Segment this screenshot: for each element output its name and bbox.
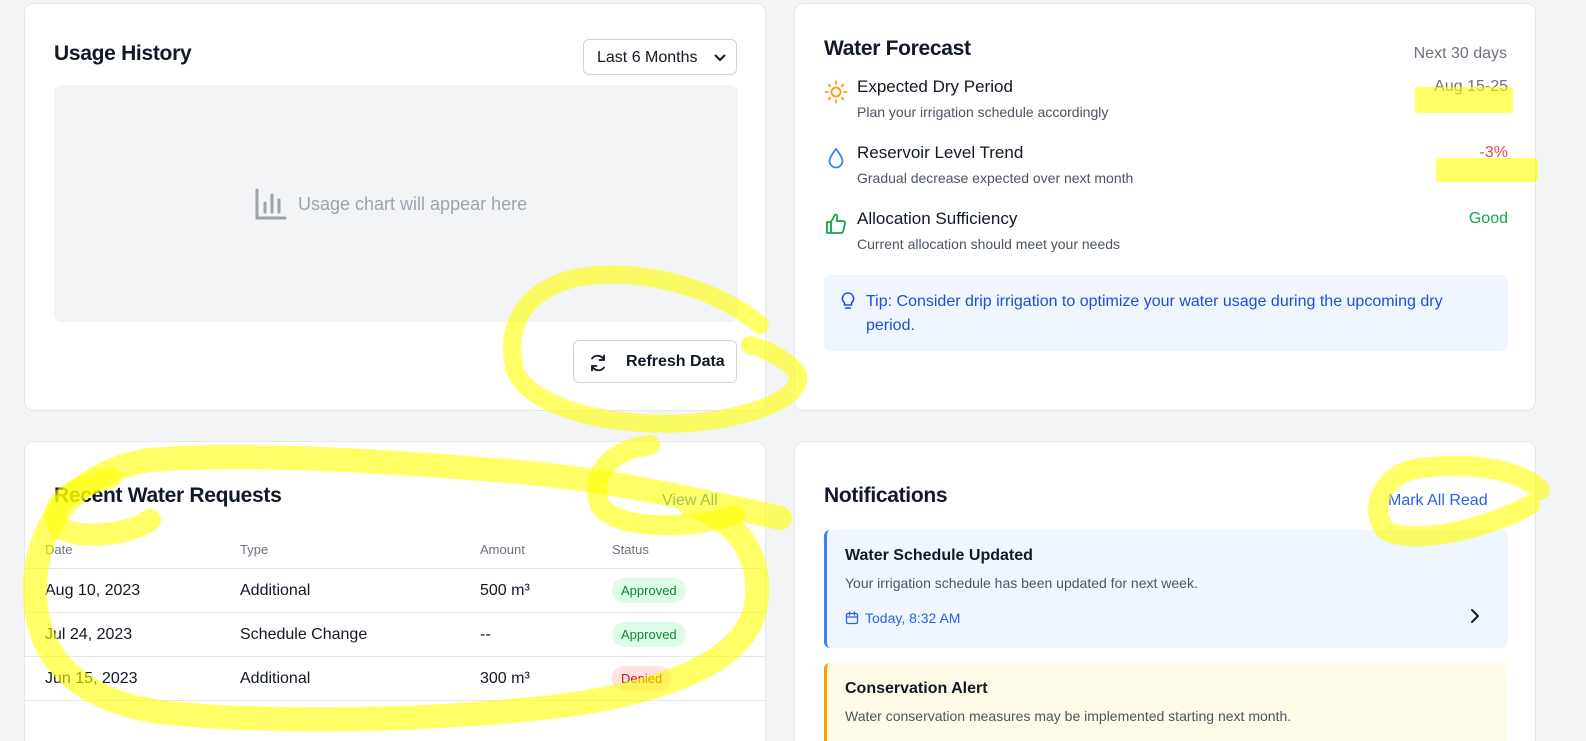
lightbulb-icon <box>841 292 855 309</box>
forecast-item-allocation: Allocation Sufficiency Current allocatio… <box>824 209 1508 265</box>
range-select-value: Last 6 Months <box>597 49 698 66</box>
sun-icon <box>824 80 848 104</box>
table-header: Date Type Amount Status <box>25 535 765 569</box>
status-badge: Approved <box>612 578 686 603</box>
view-all-link[interactable]: View All <box>662 492 718 510</box>
mark-all-read-link[interactable]: Mark All Read <box>1388 492 1488 510</box>
request-date: Jun 15, 2023 <box>45 670 138 687</box>
forecast-item-value: Aug 15-25 <box>1434 78 1508 95</box>
chevron-down-icon <box>714 54 726 62</box>
notification-description: Water conservation measures may be imple… <box>845 708 1292 724</box>
refresh-data-button[interactable]: Refresh Data <box>573 340 737 383</box>
request-date: Aug 10, 2023 <box>45 582 141 599</box>
notification-item[interactable]: Water Schedule Updated Your irrigation s… <box>824 530 1508 648</box>
bar-chart-icon <box>255 188 287 220</box>
table-row[interactable]: Aug 10, 2023 Additional 500 m³ Approved <box>25 569 765 613</box>
forecast-item-title: Expected Dry Period <box>857 77 1013 96</box>
notification-time: Today, 8:32 AM <box>845 610 960 626</box>
chart-placeholder-text: Usage chart will appear here <box>298 193 528 214</box>
column-header-amount[interactable]: Amount <box>480 542 525 557</box>
recent-requests-title: Recent Water Requests <box>54 484 282 507</box>
forecast-item-value: Good <box>1468 210 1508 227</box>
water-drop-icon <box>828 148 844 169</box>
notification-description: Your irrigation schedule has been update… <box>845 575 1198 591</box>
request-type: Schedule Change <box>240 626 368 643</box>
usage-history-title: Usage History <box>54 42 192 65</box>
recent-requests-card: Recent Water Requests View All Date Type… <box>24 441 766 741</box>
tip-text: Tip: Consider drip irrigation to optimiz… <box>866 293 1443 334</box>
notifications-card: Notifications Mark All Read Water Schedu… <box>794 441 1536 741</box>
forecast-item-reservoir: Reservoir Level Trend Gradual decrease e… <box>824 143 1508 199</box>
table-row[interactable]: Jun 15, 2023 Additional 300 m³ Denied <box>25 657 765 701</box>
calendar-icon <box>845 611 859 625</box>
forecast-item-title: Allocation Sufficiency <box>857 209 1018 228</box>
notifications-title: Notifications <box>824 484 948 507</box>
forecast-item-title: Reservoir Level Trend <box>857 143 1024 162</box>
forecast-item-value: -3% <box>1479 144 1508 161</box>
status-badge: Denied <box>612 666 672 691</box>
column-header-type[interactable]: Type <box>240 542 268 557</box>
thumbs-up-icon <box>826 213 846 234</box>
table-row[interactable]: Jul 24, 2023 Schedule Change -- Approved <box>25 613 765 657</box>
notification-item[interactable]: Conservation Alert Water conservation me… <box>824 663 1508 741</box>
request-type: Additional <box>240 582 311 599</box>
request-amount: 500 m³ <box>480 582 530 599</box>
request-type: Additional <box>240 670 311 687</box>
chevron-right-icon[interactable] <box>1468 608 1482 624</box>
notification-title: Conservation Alert <box>845 680 988 697</box>
forecast-item-subtitle: Gradual decrease expected over next mont… <box>857 170 1134 186</box>
water-forecast-card: Water Forecast Next 30 days Expected Dry… <box>794 3 1536 411</box>
status-badge: Approved <box>612 622 686 647</box>
column-header-status[interactable]: Status <box>612 542 649 557</box>
range-select[interactable]: Last 6 Months <box>583 39 737 75</box>
tip-box: Tip: Consider drip irrigation to optimiz… <box>824 275 1508 351</box>
requests-table: Date Type Amount Status Aug 10, 2023 Add… <box>25 535 765 701</box>
water-forecast-title: Water Forecast <box>824 37 971 60</box>
forecast-item-subtitle: Plan your irrigation schedule accordingl… <box>857 104 1109 120</box>
request-date: Jul 24, 2023 <box>45 626 133 643</box>
forecast-item-dry-period: Expected Dry Period Plan your irrigation… <box>824 77 1508 133</box>
refresh-data-label: Refresh Data <box>626 353 725 370</box>
notification-time-text: Today, 8:32 AM <box>865 610 961 626</box>
usage-history-card: Usage History Last 6 Months Usage chart … <box>24 3 766 411</box>
forecast-item-subtitle: Current allocation should meet your need… <box>857 236 1121 252</box>
column-header-date[interactable]: Date <box>45 542 72 557</box>
request-amount: 300 m³ <box>480 670 530 687</box>
request-amount: -- <box>480 626 491 643</box>
notification-title: Water Schedule Updated <box>845 547 1033 564</box>
forecast-period: Next 30 days <box>1413 45 1507 62</box>
refresh-icon <box>591 354 605 372</box>
usage-chart-placeholder: Usage chart will appear here <box>54 85 738 322</box>
